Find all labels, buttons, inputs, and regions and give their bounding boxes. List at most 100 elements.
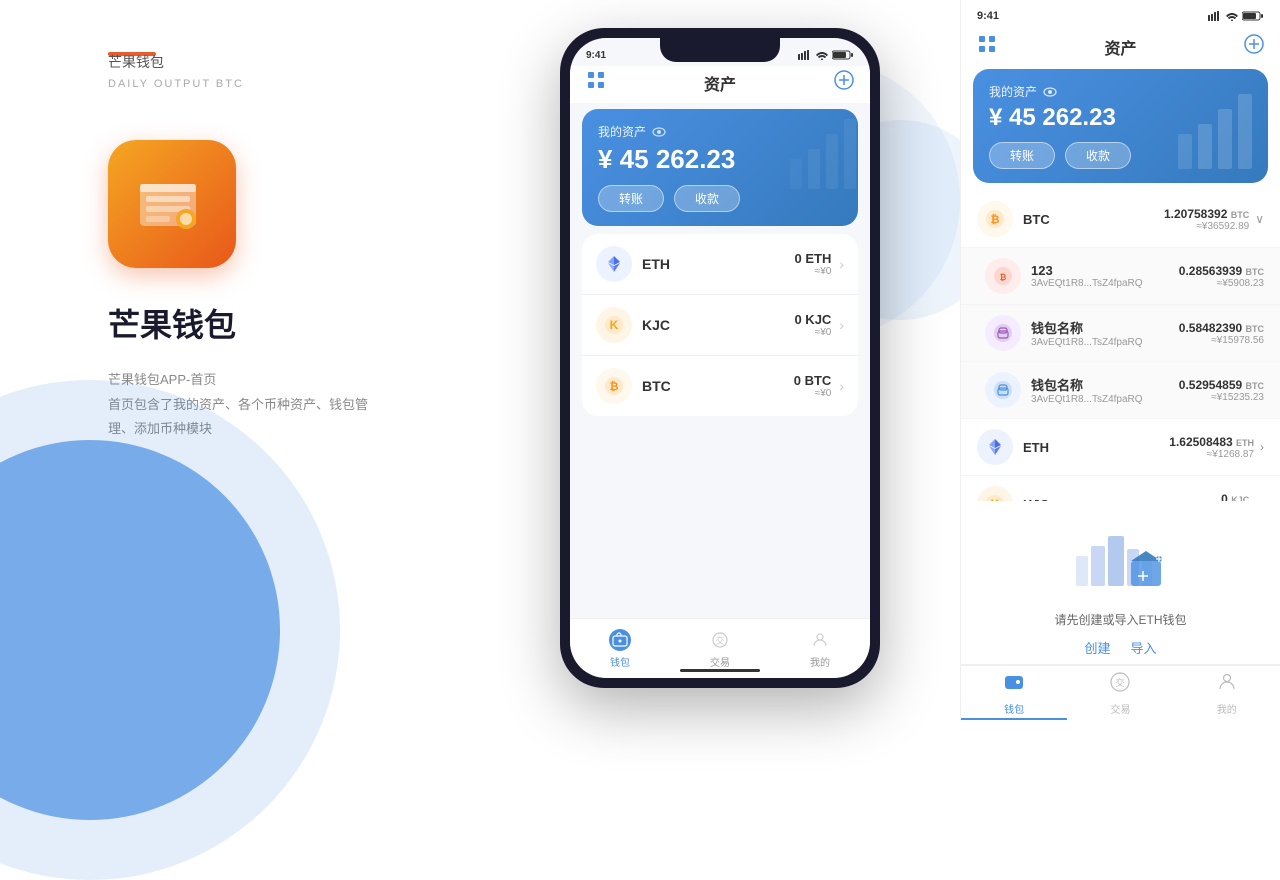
right-nav-wallet[interactable]: 钱包 <box>961 666 1067 720</box>
right-bottom-nav: 钱包 交 交易 我的 <box>961 664 1280 720</box>
btc-balance: 0 BTC ≈¥0 <box>794 373 832 399</box>
phone-notch <box>660 38 780 62</box>
right-123-balance: 0.28563939 BTC ≈¥5908.23 <box>1179 264 1264 289</box>
right-kjc-info: KJC <box>1023 497 1221 502</box>
right-coin-wallet2[interactable]: 钱包名称 3AvEQt1R8...TsZ4fpaRQ 0.52954859 BT… <box>961 362 1280 419</box>
right-header: 资产 <box>961 28 1280 69</box>
kjc-logo: K <box>596 307 632 343</box>
kjc-balance: 0 KJC ≈¥0 <box>794 312 831 338</box>
header-grid-icon[interactable] <box>586 70 606 95</box>
right-coin-123[interactable]: ₿ 123 3AvEQt1R8...TsZ4fpaRQ 0.28563939 B… <box>961 248 1280 305</box>
nav-mine[interactable]: 我的 <box>770 619 870 678</box>
phone-coin-list: ETH 0 ETH ≈¥0 › K KJC 0 KJC ≈¥0 <box>582 234 858 416</box>
wallet-nav-icon <box>609 629 631 651</box>
right-wallet2-logo <box>985 372 1021 408</box>
svg-text:K: K <box>610 318 619 332</box>
right-wallet1-balance: 0.58482390 BTC ≈¥15978.56 <box>1179 321 1264 346</box>
app-name-small: 芒果钱包 <box>108 52 244 72</box>
app-name-large: 芒果钱包 <box>108 300 236 346</box>
right-header-add-icon[interactable] <box>1244 34 1264 59</box>
right-eth-logo <box>977 429 1013 465</box>
right-nav-trade-label: 交易 <box>1110 701 1130 716</box>
right-coin-wallet1[interactable]: 钱包名称 3AvEQt1R8...TsZ4fpaRQ 0.58482390 BT… <box>961 305 1280 362</box>
svg-text:₿: ₿ <box>991 214 1000 226</box>
eth-wallet-illustration <box>1071 521 1171 601</box>
right-123-logo: ₿ <box>985 258 1021 294</box>
kjc-arrow: › <box>839 317 844 333</box>
right-receive-button[interactable]: 收款 <box>1065 142 1131 169</box>
trade-nav-icon: 交 <box>709 629 731 651</box>
coin-item-eth[interactable]: ETH 0 ETH ≈¥0 › <box>582 234 858 295</box>
right-wallet2-balance: 0.52954859 BTC ≈¥15235.23 <box>1179 378 1264 403</box>
btc-chevron: ∨ <box>1255 212 1264 226</box>
btc-logo: ₿ <box>596 368 632 404</box>
right-trade-nav-icon: 交 <box>1109 671 1131 698</box>
asset-label: 我的资产 <box>598 123 842 140</box>
eth-arrow: › <box>839 256 844 272</box>
left-section: 芒果钱包 DAILY OUTPUT BTC 芒果钱包 芒果钱包APP-首页 首页… <box>0 0 560 720</box>
right-header-title: 资产 <box>1104 35 1136 59</box>
right-asset-card: 我的资产 ¥ 45 262.23 转账 收款 <box>973 69 1268 183</box>
coin-item-btc[interactable]: ₿ BTC 0 BTC ≈¥0 › <box>582 356 858 416</box>
app-icon <box>108 140 236 268</box>
eth-wallet-text: 请先创建或导入ETH钱包 <box>973 611 1268 628</box>
right-wallet1-logo <box>985 315 1021 351</box>
right-wallet1-info: 钱包名称 3AvEQt1R8...TsZ4fpaRQ <box>1031 318 1179 348</box>
receive-button[interactable]: 收款 <box>674 185 740 212</box>
right-btc-logo: ₿ <box>977 201 1013 237</box>
eth-balance: 0 ETH ≈¥0 <box>794 251 831 277</box>
phone-screen: 9:41 资产 <box>570 38 870 678</box>
right-coin-list: ₿ BTC 1.20758392 BTC ≈¥36592.89 ∨ ₿ 123 … <box>961 191 1280 501</box>
transfer-button[interactable]: 转账 <box>598 185 664 212</box>
phone-time: 9:41 <box>586 50 606 61</box>
right-123-info: 123 3AvEQt1R8...TsZ4fpaRQ <box>1031 263 1179 289</box>
right-nav-trade[interactable]: 交 交易 <box>1067 666 1173 720</box>
right-coin-eth[interactable]: ETH 1.62508483 ETH ≈¥1268.87 › <box>961 419 1280 476</box>
svg-text:K: K <box>991 497 1000 501</box>
phone-header: 资产 <box>570 66 870 103</box>
svg-text:交: 交 <box>1116 677 1125 688</box>
right-time: 9:41 <box>977 10 999 22</box>
phone-mockup: 9:41 资产 <box>560 28 880 688</box>
right-card-bg <box>1148 69 1268 174</box>
right-eth-balance: 1.62508483 ETH ≈¥1268.87 <box>1169 435 1254 460</box>
right-eth-info: ETH <box>1023 440 1169 455</box>
right-panel: 9:41 资产 我的资产 ¥ 45 262.23 <box>960 0 1280 720</box>
eth-import-button[interactable]: 导入 <box>1131 638 1157 657</box>
btc-arrow: › <box>839 378 844 394</box>
right-wallet-nav-icon <box>1003 671 1025 698</box>
phone-asset-card: 我的资产 ¥ 45 262.23 转账 收款 <box>582 109 858 226</box>
right-nav-mine-label: 我的 <box>1217 701 1237 716</box>
btc-name: BTC <box>642 378 794 394</box>
kjc-chevron: ∨ <box>1255 497 1264 501</box>
asset-card-bg-decoration <box>768 109 858 194</box>
nav-mine-label: 我的 <box>810 654 830 669</box>
right-wallet2-info: 钱包名称 3AvEQt1R8...TsZ4fpaRQ <box>1031 375 1179 405</box>
eth-wallet-section: 请先创建或导入ETH钱包 创建 导入 <box>973 501 1268 677</box>
right-kjc-balance: 0 KJC ≈¥0 <box>1221 492 1249 502</box>
right-status-icons <box>1208 11 1264 21</box>
nav-wallet[interactable]: 钱包 <box>570 619 670 678</box>
right-coin-kjc[interactable]: K KJC 0 KJC ≈¥0 ∨ <box>961 476 1280 501</box>
right-header-grid-icon[interactable] <box>977 34 997 59</box>
header-add-icon[interactable] <box>834 70 854 95</box>
blue-circle-decoration2 <box>0 380 340 880</box>
eth-chevron: › <box>1260 440 1264 454</box>
right-btc-balance: 1.20758392 BTC ≈¥36592.89 <box>1164 207 1249 232</box>
coin-item-kjc[interactable]: K KJC 0 KJC ≈¥0 › <box>582 295 858 356</box>
eth-create-button[interactable]: 创建 <box>1084 638 1110 657</box>
kjc-name: KJC <box>642 317 794 333</box>
svg-text:交: 交 <box>715 635 724 646</box>
right-nav-wallet-label: 钱包 <box>1004 701 1024 716</box>
phone-home-bar <box>680 669 760 672</box>
svg-text:₿: ₿ <box>610 381 619 393</box>
svg-text:₿: ₿ <box>1000 273 1007 282</box>
right-status-bar: 9:41 <box>961 0 1280 28</box>
phone-status-icons <box>798 50 854 60</box>
right-nav-mine[interactable]: 我的 <box>1174 666 1280 720</box>
phone-frame: 9:41 资产 <box>560 28 880 688</box>
right-transfer-button[interactable]: 转账 <box>989 142 1055 169</box>
right-mine-nav-icon <box>1216 671 1238 698</box>
right-btc-info: BTC <box>1023 212 1164 227</box>
right-coin-btc[interactable]: ₿ BTC 1.20758392 BTC ≈¥36592.89 ∨ <box>961 191 1280 248</box>
